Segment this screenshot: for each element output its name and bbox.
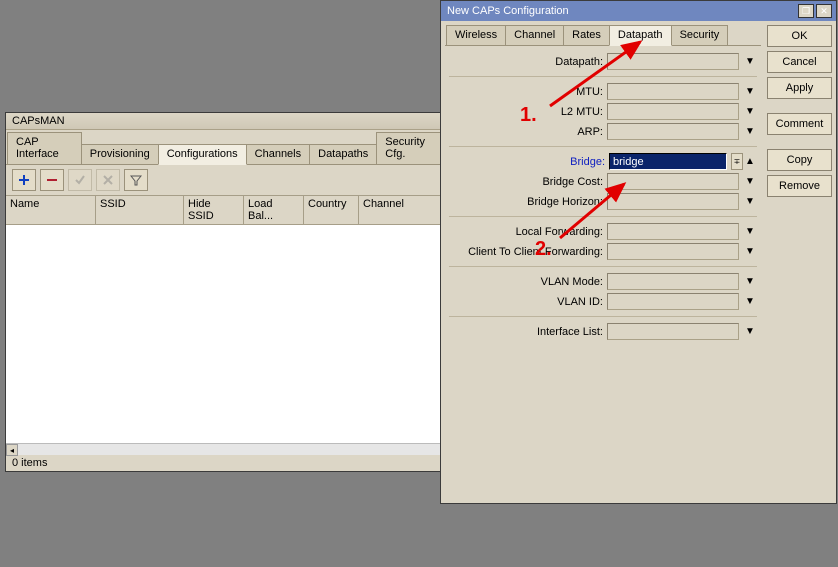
label-l2mtu: L2 MTU: xyxy=(561,106,603,118)
col-channel[interactable]: Channel xyxy=(359,196,419,224)
status-text: 0 items xyxy=(12,457,47,469)
add-button[interactable] xyxy=(12,169,36,191)
dlg-tab-wireless[interactable]: Wireless xyxy=(446,25,506,45)
label-interface-list: Interface List: xyxy=(537,326,603,338)
chevron-down-icon[interactable]: ▼ xyxy=(743,276,757,287)
dialog-title: New CAPs Configuration xyxy=(447,5,569,17)
statusbar: 0 items xyxy=(6,455,472,471)
dlg-tab-channel[interactable]: Channel xyxy=(505,25,564,45)
ok-button[interactable]: OK xyxy=(767,25,832,47)
label-mtu: MTU: xyxy=(576,86,603,98)
chevron-down-icon[interactable]: ▼ xyxy=(743,326,757,337)
label-c2c-forwarding: Client To Client Forwarding: xyxy=(468,246,603,258)
new-caps-configuration-dialog: New CAPs Configuration ❐ ✕ Wireless Chan… xyxy=(440,0,837,504)
dlg-tab-datapath[interactable]: Datapath xyxy=(609,25,672,46)
toolbar xyxy=(6,165,472,195)
comment-button[interactable]: Comment xyxy=(767,113,832,135)
label-vlan-mode: VLAN Mode: xyxy=(541,276,603,288)
copy-button[interactable]: Copy xyxy=(767,149,832,171)
field-bridge[interactable]: bridge xyxy=(609,153,727,170)
col-ssid[interactable]: SSID xyxy=(96,196,184,224)
restore-icon[interactable]: ❐ xyxy=(798,4,814,18)
field-l2mtu[interactable] xyxy=(607,103,739,120)
field-bridge-horizon[interactable] xyxy=(607,193,739,210)
table-header: Name SSID Hide SSID Load Bal... Country … xyxy=(6,195,472,225)
field-vlan-id[interactable] xyxy=(607,293,739,310)
tick-button[interactable] xyxy=(68,169,92,191)
chevron-down-icon[interactable]: ▼ xyxy=(743,296,757,307)
chevron-down-icon[interactable]: ▼ xyxy=(743,106,757,117)
label-vlan-id: VLAN ID: xyxy=(557,296,603,308)
label-datapath: Datapath: xyxy=(555,56,603,68)
dialog-title-buttons: ❐ ✕ xyxy=(798,4,832,18)
field-arp[interactable] xyxy=(607,123,739,140)
col-load-balance[interactable]: Load Bal... xyxy=(244,196,304,224)
field-vlan-mode[interactable] xyxy=(607,273,739,290)
cross-button[interactable] xyxy=(96,169,120,191)
table-body[interactable] xyxy=(6,225,472,443)
tab-channels[interactable]: Channels xyxy=(246,144,310,164)
chevron-down-icon[interactable]: ▼ xyxy=(743,56,757,67)
field-datapath[interactable] xyxy=(607,53,739,70)
dialog-form: Datapath: ▼ MTU: ▼ L2 MTU: ▼ ARP: xyxy=(445,46,761,340)
chevron-down-icon[interactable]: ▼ xyxy=(743,246,757,257)
apply-button[interactable]: Apply xyxy=(767,77,832,99)
dlg-tab-security[interactable]: Security xyxy=(671,25,729,45)
tab-datapaths[interactable]: Datapaths xyxy=(309,144,377,164)
tab-configurations[interactable]: Configurations xyxy=(158,144,247,165)
filter-button[interactable] xyxy=(124,169,148,191)
tab-cap-interface[interactable]: CAP Interface xyxy=(7,132,82,164)
dropdown-handle-icon[interactable]: ∓ xyxy=(731,153,743,170)
capsman-title: CAPsMAN xyxy=(12,115,65,127)
remove-button[interactable]: Remove xyxy=(767,175,832,197)
field-interface-list[interactable] xyxy=(607,323,739,340)
chevron-down-icon[interactable]: ▼ xyxy=(743,196,757,207)
dialog-titlebar[interactable]: New CAPs Configuration ❐ ✕ xyxy=(441,1,836,21)
capsman-window: CAPsMAN CAP Interface Provisioning Confi… xyxy=(5,112,473,472)
label-bridge-horizon: Bridge Horizon: xyxy=(527,196,603,208)
tab-provisioning[interactable]: Provisioning xyxy=(81,144,159,164)
label-arp: ARP: xyxy=(577,126,603,138)
field-bridge-value: bridge xyxy=(613,156,644,168)
tab-security-cfg[interactable]: Security Cfg. xyxy=(376,132,446,164)
col-name[interactable]: Name xyxy=(6,196,96,224)
chevron-down-icon[interactable]: ▼ xyxy=(743,86,757,97)
dlg-tab-rates[interactable]: Rates xyxy=(563,25,610,45)
dialog-buttons: OK Cancel Apply Comment Copy Remove xyxy=(767,23,832,197)
dialog-tabs: Wireless Channel Rates Datapath Security xyxy=(445,23,761,46)
field-bridge-cost[interactable] xyxy=(607,173,739,190)
label-bridge-cost: Bridge Cost: xyxy=(542,176,603,188)
scroll-left-icon[interactable]: ◂ xyxy=(6,444,18,456)
col-country[interactable]: Country xyxy=(304,196,359,224)
field-c2c-forwarding[interactable] xyxy=(607,243,739,260)
capsman-tabs: CAP Interface Provisioning Configuration… xyxy=(6,130,472,165)
close-icon[interactable]: ✕ xyxy=(816,4,832,18)
chevron-up-icon[interactable]: ▲ xyxy=(743,156,757,167)
field-local-forwarding[interactable] xyxy=(607,223,739,240)
field-mtu[interactable] xyxy=(607,83,739,100)
label-local-forwarding: Local Forwarding: xyxy=(516,226,603,238)
cancel-button[interactable]: Cancel xyxy=(767,51,832,73)
capsman-titlebar[interactable]: CAPsMAN xyxy=(6,113,472,130)
label-bridge: Bridge: xyxy=(570,156,605,168)
chevron-down-icon[interactable]: ▼ xyxy=(743,176,757,187)
remove-button[interactable] xyxy=(40,169,64,191)
horizontal-scrollbar[interactable]: ◂ xyxy=(6,443,472,455)
chevron-down-icon[interactable]: ▼ xyxy=(743,226,757,237)
col-hide-ssid[interactable]: Hide SSID xyxy=(184,196,244,224)
chevron-down-icon[interactable]: ▼ xyxy=(743,126,757,137)
